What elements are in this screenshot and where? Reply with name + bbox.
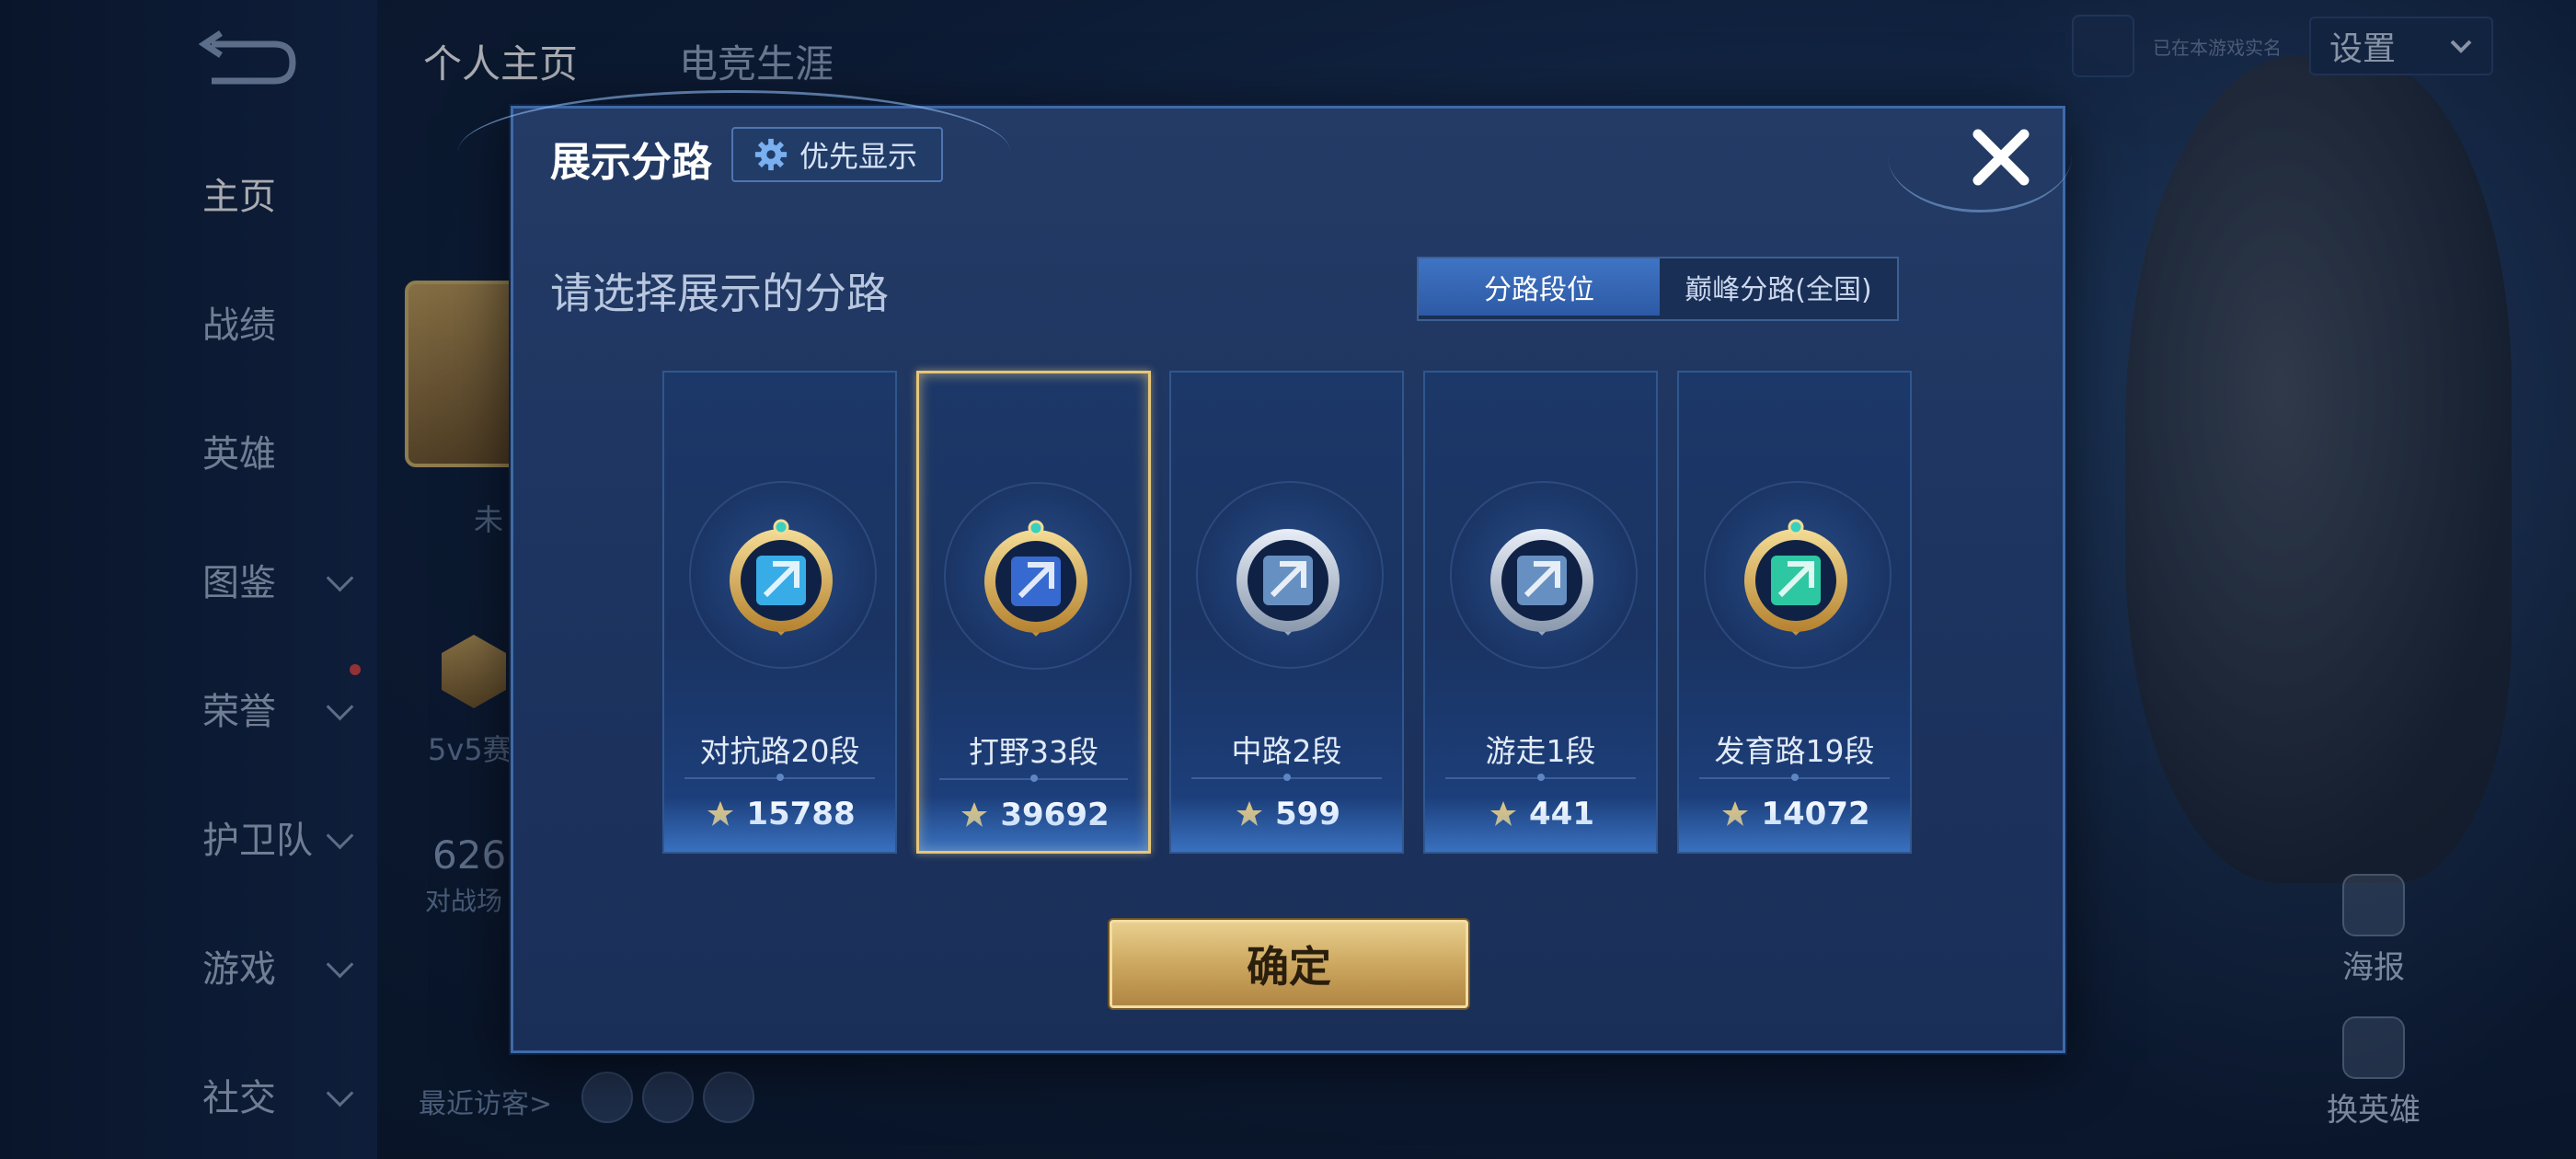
lane-rank-label: 中路2段 [1231, 733, 1342, 769]
card-glow [1679, 797, 1910, 852]
lane-card[interactable]: 中路2段599 [1169, 371, 1404, 854]
divider [939, 775, 1128, 782]
lane-rank-label: 游走1段 [1485, 733, 1596, 769]
roam-badge-icon [1490, 529, 1593, 636]
dialog-title: 展示分路 [550, 139, 712, 186]
gear-icon [754, 138, 788, 171]
confirm-button[interactable]: 确定 [1110, 920, 1468, 1008]
lane-display-dialog: 展示分路 优先显示 请选择展示的分路 分路段位 巅峰分路(全国) 对抗路20段1… [458, 90, 2072, 1053]
farm-lane-badge-icon [1744, 519, 1847, 636]
jungle-badge-icon [984, 520, 1087, 637]
priority-display-button[interactable]: 优先显示 [731, 127, 944, 182]
lane-rank-label: 对抗路20段 [699, 733, 860, 769]
mid-lane-badge-icon [1236, 529, 1340, 636]
lane-card[interactable]: 对抗路20段15788 [662, 371, 897, 854]
clash-lane-badge-icon [730, 519, 833, 636]
card-glow [664, 797, 895, 852]
dialog-subtitle: 请选择展示的分路 [550, 269, 889, 318]
card-glow [919, 796, 1148, 851]
divider [1445, 774, 1636, 781]
tab-peak-lane-national[interactable]: 巅峰分路(全国) [1660, 258, 1897, 316]
card-glow [1425, 797, 1656, 852]
divider [1191, 774, 1382, 781]
lane-mode-toggle: 分路段位 巅峰分路(全国) [1417, 257, 1899, 321]
lane-card[interactable]: 打野33段39692 [916, 371, 1151, 854]
lane-rank-label: 打野33段 [969, 734, 1098, 770]
priority-display-label: 优先显示 [799, 139, 918, 174]
lane-card[interactable]: 游走1段441 [1423, 371, 1658, 854]
lane-card[interactable]: 发育路19段14072 [1677, 371, 1912, 854]
divider [684, 774, 875, 781]
tab-lane-rank[interactable]: 分路段位 [1419, 258, 1660, 316]
divider [1699, 774, 1890, 781]
lane-rank-label: 发育路19段 [1714, 733, 1875, 769]
card-glow [1171, 797, 1402, 852]
close-icon[interactable] [1967, 123, 2035, 191]
